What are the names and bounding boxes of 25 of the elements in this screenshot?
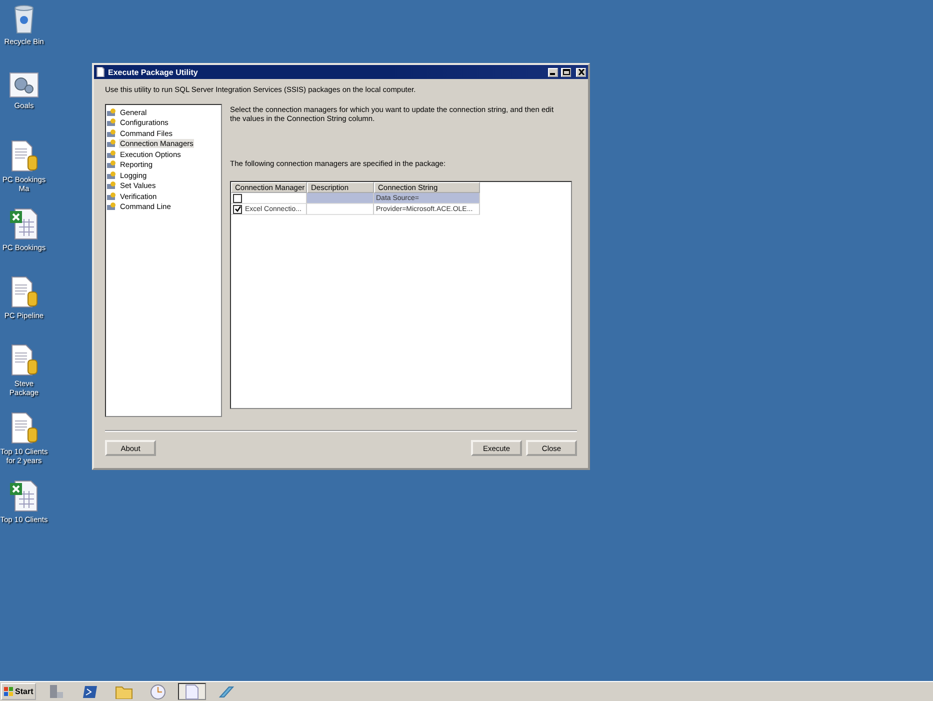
checkmark-icon	[234, 206, 240, 212]
maximize-icon	[562, 69, 570, 75]
server-icon	[48, 684, 64, 699]
checkbox[interactable]	[233, 194, 242, 202]
start-button[interactable]: Start	[1, 683, 36, 700]
close-icon	[578, 69, 584, 75]
document-database-icon	[9, 344, 39, 376]
folder-icon	[115, 684, 134, 698]
minimize-button[interactable]	[548, 68, 558, 76]
document-icon	[96, 67, 105, 77]
document-database-icon	[9, 412, 39, 444]
checkbox[interactable]	[233, 204, 242, 214]
maximize-button[interactable]	[561, 68, 571, 76]
spreadsheet-icon	[9, 480, 39, 512]
clock-icon	[150, 684, 166, 700]
document-icon	[185, 684, 200, 700]
windows-logo-icon	[4, 686, 14, 696]
document-database-icon	[9, 140, 39, 172]
document-database-icon	[9, 276, 39, 308]
terminal-icon	[82, 684, 98, 698]
recycle-bin-icon	[12, 4, 36, 34]
taskbar-button[interactable]	[178, 683, 206, 700]
close-button[interactable]	[576, 68, 586, 76]
window-title: Execute Package Utility	[108, 68, 199, 76]
spreadsheet-icon	[9, 208, 39, 240]
